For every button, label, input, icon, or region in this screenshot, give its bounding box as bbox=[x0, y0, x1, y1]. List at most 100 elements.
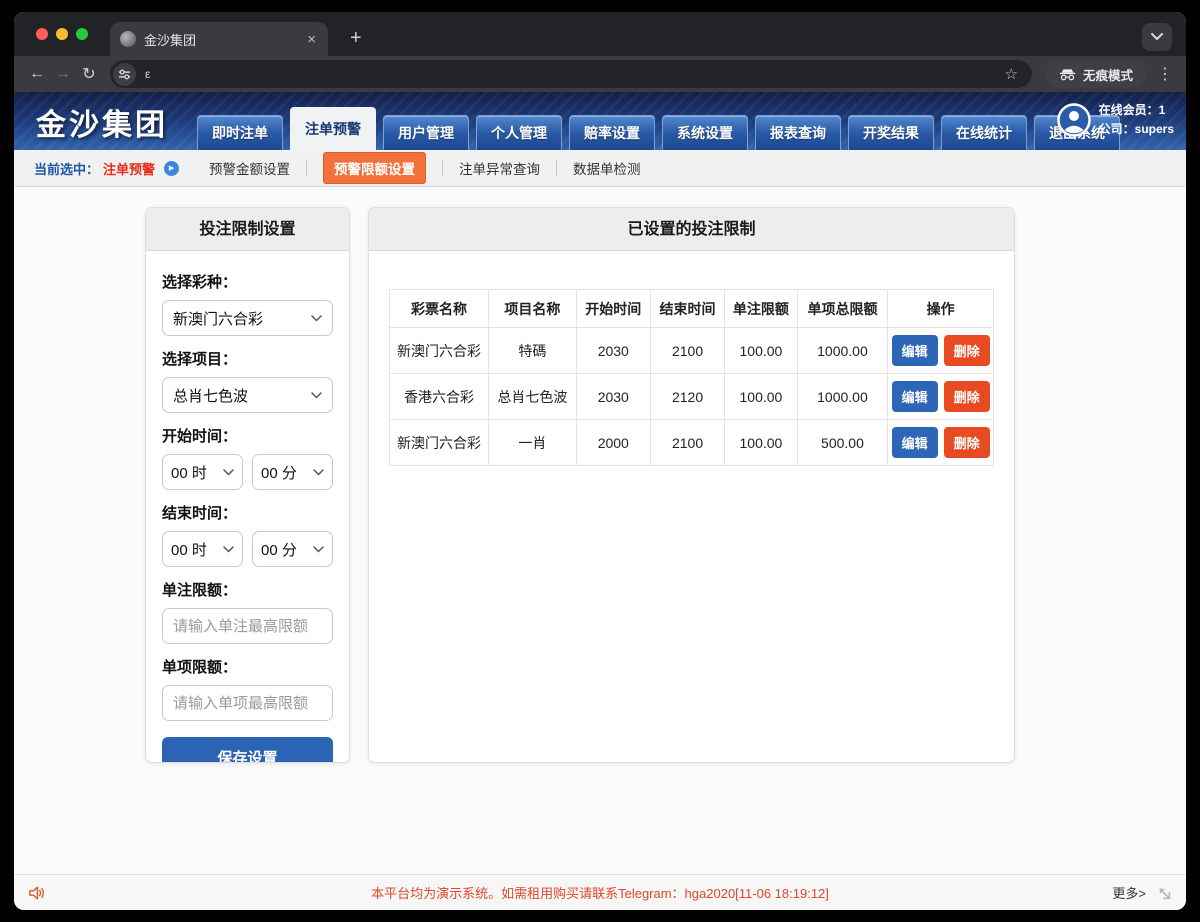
start-time-row: 00 时 00 分 bbox=[162, 454, 333, 490]
cell-start: 2030 bbox=[576, 328, 650, 374]
end-minute-select[interactable]: 00 分 bbox=[252, 531, 333, 567]
close-window-button[interactable] bbox=[36, 28, 48, 40]
cell-actions: 编辑删除 bbox=[888, 420, 994, 466]
nav-tab-personal-management[interactable]: 个人管理 bbox=[476, 115, 562, 150]
company-name: 公司：supers bbox=[1099, 120, 1174, 139]
zoom-window-button[interactable] bbox=[76, 28, 88, 40]
delete-button[interactable]: 删除 bbox=[944, 427, 990, 458]
main-content: 投注限制设置 选择彩种： 新澳门六合彩 选择项目： 总肖七色波 开始时间： 00… bbox=[14, 187, 1186, 874]
browser-tab[interactable]: 金沙集团 × bbox=[110, 22, 328, 56]
tab-search-button[interactable] bbox=[1142, 23, 1172, 51]
demo-notice: 本平台均为演示系统。如需租用购买请联系Telegram：hga2020[11-0… bbox=[14, 883, 1186, 902]
lottery-select-label: 选择彩种： bbox=[162, 271, 333, 292]
more-link[interactable]: 更多> bbox=[1112, 883, 1146, 902]
site-settings-button[interactable] bbox=[113, 63, 136, 86]
app-header: 金沙集团 即时注单 注单预警 用户管理 个人管理 赔率设置 系统设置 报表查询 … bbox=[14, 92, 1186, 150]
minimize-window-button[interactable] bbox=[56, 28, 68, 40]
footer-bar: 本平台均为演示系统。如需租用购买请联系Telegram：hga2020[11-0… bbox=[14, 874, 1186, 910]
end-hour-select[interactable]: 00 时 bbox=[162, 531, 243, 567]
cell-end: 2100 bbox=[650, 328, 724, 374]
lottery-select[interactable]: 新澳门六合彩 bbox=[162, 300, 333, 336]
start-minute-select[interactable]: 00 分 bbox=[252, 454, 333, 490]
table-row: 新澳门六合彩 特碼 2030 2100 100.00 1000.00 编辑删除 bbox=[390, 328, 994, 374]
browser-window: 金沙集团 × + ← → ↻ ε ☆ bbox=[14, 12, 1186, 910]
incognito-icon bbox=[1059, 68, 1076, 81]
address-bar[interactable]: ε ☆ bbox=[110, 60, 1032, 88]
tab-strip: 金沙集团 × + bbox=[14, 12, 1186, 56]
nav-tab-online-stats[interactable]: 在线统计 bbox=[941, 115, 1027, 150]
chevron-down-icon bbox=[313, 546, 324, 553]
cell-project: 一肖 bbox=[489, 420, 577, 466]
back-icon[interactable]: ← bbox=[24, 65, 50, 83]
user-info: 在线会员：1 公司：supers bbox=[1057, 101, 1174, 138]
cell-per-item: 1000.00 bbox=[797, 374, 888, 420]
chevron-down-icon bbox=[311, 315, 322, 322]
url-text[interactable]: ε bbox=[145, 67, 1005, 81]
chevron-down-icon bbox=[1151, 33, 1163, 41]
subnav-item-data-check[interactable]: 数据单检测 bbox=[573, 158, 641, 178]
edit-button[interactable]: 编辑 bbox=[892, 335, 938, 366]
online-members: 在线会员：1 bbox=[1099, 101, 1174, 120]
user-avatar-icon bbox=[1057, 103, 1091, 137]
nav-tab-odds-settings[interactable]: 赔率设置 bbox=[569, 115, 655, 150]
chevron-down-icon bbox=[223, 469, 234, 476]
form-panel-title: 投注限制设置 bbox=[146, 208, 349, 251]
tab-close-icon[interactable]: × bbox=[305, 31, 318, 48]
tune-icon bbox=[118, 68, 131, 81]
col-project-name: 项目名称 bbox=[489, 290, 577, 328]
cell-project: 总肖七色波 bbox=[489, 374, 577, 420]
current-selection-label: 当前选中： bbox=[34, 159, 99, 178]
bet-limit-form-panel: 投注限制设置 选择彩种： 新澳门六合彩 选择项目： 总肖七色波 开始时间： 00… bbox=[145, 207, 350, 763]
cell-per-item: 500.00 bbox=[797, 420, 888, 466]
project-select[interactable]: 总肖七色波 bbox=[162, 377, 333, 413]
divider bbox=[556, 160, 557, 176]
end-time-row: 00 时 00 分 bbox=[162, 531, 333, 567]
cell-lottery: 新澳门六合彩 bbox=[390, 420, 489, 466]
cell-per-item: 1000.00 bbox=[797, 328, 888, 374]
cell-end: 2120 bbox=[650, 374, 724, 420]
app-logo: 金沙集团 bbox=[36, 100, 168, 144]
nav-tab-report-query[interactable]: 报表查询 bbox=[755, 115, 841, 150]
collapse-arrow-icon[interactable] bbox=[1156, 885, 1172, 901]
project-select-value: 总肖七色波 bbox=[173, 385, 248, 406]
nav-tab-instant-bets[interactable]: 即时注单 bbox=[197, 115, 283, 150]
bet-limits-table: 彩票名称 项目名称 开始时间 结束时间 单注限额 单项总限额 操作 新澳门六合彩 bbox=[389, 289, 994, 466]
forward-icon[interactable]: → bbox=[50, 65, 76, 83]
delete-button[interactable]: 删除 bbox=[944, 335, 990, 366]
browser-menu-icon[interactable]: ⋮ bbox=[1154, 64, 1176, 84]
start-time-label: 开始时间： bbox=[162, 425, 333, 446]
current-selection-value: 注单预警 bbox=[103, 159, 155, 178]
save-settings-button[interactable]: 保存设置 bbox=[162, 737, 333, 763]
nav-tab-bet-warning[interactable]: 注单预警 bbox=[290, 107, 376, 150]
cell-per-bet: 100.00 bbox=[725, 420, 797, 466]
end-time-label: 结束时间： bbox=[162, 502, 333, 523]
delete-button[interactable]: 删除 bbox=[944, 381, 990, 412]
nav-tab-draw-results[interactable]: 开奖结果 bbox=[848, 115, 934, 150]
form-body: 选择彩种： 新澳门六合彩 选择项目： 总肖七色波 开始时间： 00 时 bbox=[146, 251, 349, 763]
subnav-item-warning-limit[interactable]: 预警限额设置 bbox=[323, 152, 426, 184]
col-actions: 操作 bbox=[888, 290, 994, 328]
chevron-down-icon bbox=[311, 392, 322, 399]
project-select-label: 选择项目： bbox=[162, 348, 333, 369]
cell-start: 2000 bbox=[576, 420, 650, 466]
per-bet-limit-input[interactable] bbox=[162, 608, 333, 644]
col-lottery-name: 彩票名称 bbox=[390, 290, 489, 328]
edit-button[interactable]: 编辑 bbox=[892, 427, 938, 458]
new-tab-button[interactable]: + bbox=[344, 27, 368, 56]
nav-tab-user-management[interactable]: 用户管理 bbox=[383, 115, 469, 150]
user-stats: 在线会员：1 公司：supers bbox=[1099, 101, 1174, 138]
edit-button[interactable]: 编辑 bbox=[892, 381, 938, 412]
per-item-limit-input[interactable] bbox=[162, 685, 333, 721]
bookmark-star-icon[interactable]: ☆ bbox=[1005, 65, 1018, 83]
browser-toolbar: ← → ↻ ε ☆ 无痕模式 bbox=[14, 56, 1186, 92]
incognito-badge: 无痕模式 bbox=[1046, 60, 1146, 88]
cell-project: 特碼 bbox=[489, 328, 577, 374]
col-per-item-total-limit: 单项总限额 bbox=[797, 290, 888, 328]
reload-icon[interactable]: ↻ bbox=[76, 64, 102, 84]
cell-lottery: 新澳门六合彩 bbox=[390, 328, 489, 374]
subnav-item-warning-amount[interactable]: 预警金额设置 bbox=[209, 158, 290, 178]
start-hour-select[interactable]: 00 时 bbox=[162, 454, 243, 490]
per-item-limit-label: 单项限额： bbox=[162, 656, 333, 677]
nav-tab-system-settings[interactable]: 系统设置 bbox=[662, 115, 748, 150]
subnav-item-abnormal-bets[interactable]: 注单异常查询 bbox=[459, 158, 540, 178]
